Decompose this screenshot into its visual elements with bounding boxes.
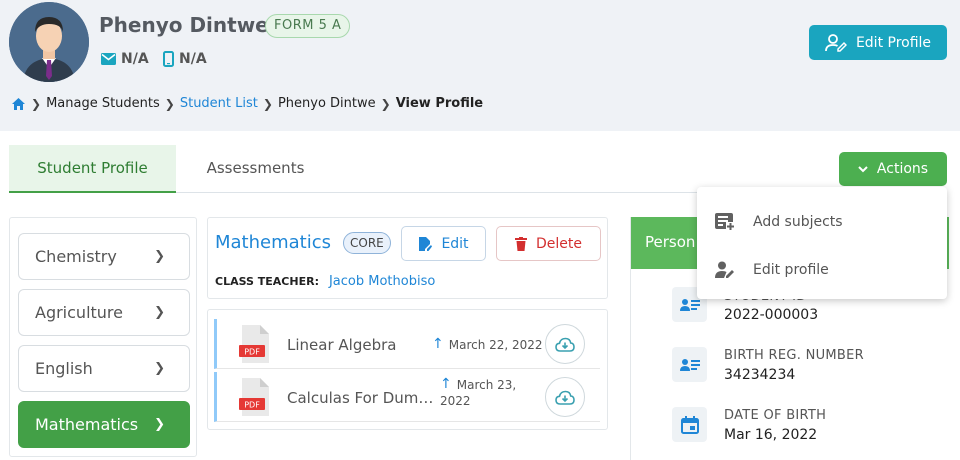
class-teacher: CLASS TEACHER: Jacob Mothobiso <box>215 274 435 289</box>
download-button[interactable] <box>545 377 585 417</box>
edit-profile-label: Edit Profile <box>855 34 932 51</box>
breadcrumb-separator: ❯ <box>164 96 175 111</box>
profile-tabs: Student Profile Assessments <box>9 145 947 193</box>
pdf-label: PDF <box>244 348 260 357</box>
calendar-icon <box>672 407 707 442</box>
actions-dropdown-menu: Add subjects Edit profile <box>697 187 947 299</box>
file-name: Calculas For Dummies <box>287 389 434 407</box>
chevron-right-icon: ❯ <box>154 249 165 264</box>
actions-button[interactable]: Actions <box>839 152 947 186</box>
pdf-label: PDF <box>244 401 260 410</box>
subject-item-mathematics[interactable]: Mathematics ❯ <box>18 401 190 448</box>
file-date-value: March 23, <box>456 378 517 392</box>
avatar <box>9 2 89 82</box>
core-badge: CORE <box>343 232 391 254</box>
arrow-up-icon: ↑ <box>432 336 444 352</box>
menu-item-add-subjects[interactable]: Add subjects <box>697 198 947 246</box>
cloud-download-icon <box>555 390 575 405</box>
class-teacher-label: CLASS TEACHER: <box>215 275 319 288</box>
phone-value: N/A <box>179 51 207 67</box>
id-card-icon <box>672 347 707 382</box>
breadcrumb-current: View Profile <box>395 96 484 111</box>
file-name: Linear Algebra <box>287 336 397 354</box>
arrow-up-icon: ↑ <box>440 376 452 392</box>
subject-title: Mathematics <box>215 232 331 253</box>
file-row[interactable]: PDF Calculas For Dummies ↑ March 23, 202… <box>214 372 600 422</box>
breadcrumb-student-name[interactable]: Phenyo Dintwe <box>278 96 376 111</box>
breadcrumb: ❯ Manage Students ❯ Student List ❯ Pheny… <box>11 96 483 111</box>
breadcrumb-manage-students[interactable]: Manage Students <box>46 96 160 111</box>
form-badge: FORM 5 A <box>265 14 351 38</box>
student-id-value: 2022-000003 <box>724 307 819 323</box>
delete-label: Delete <box>536 235 582 252</box>
breadcrumb-separator: ❯ <box>262 96 273 111</box>
breadcrumb-student-list[interactable]: Student List <box>180 96 258 111</box>
birth-reg-value: 34234234 <box>724 367 796 383</box>
pdf-file-icon: PDF <box>239 378 269 416</box>
edit-document-icon <box>419 236 433 251</box>
email-value: N/A <box>121 51 149 67</box>
home-icon[interactable] <box>11 97 26 111</box>
cloud-download-icon <box>555 337 575 352</box>
file-date-value: March 22, 2022 <box>448 338 543 352</box>
subject-item-agriculture[interactable]: Agriculture ❯ <box>18 289 190 336</box>
breadcrumb-separator: ❯ <box>31 96 42 111</box>
tab-assessments[interactable]: Assessments <box>179 145 332 193</box>
person-edit-icon <box>825 33 847 52</box>
phone-icon <box>163 51 174 67</box>
subject-label: English <box>35 359 93 378</box>
edit-subject-button[interactable]: Edit <box>401 226 486 261</box>
file-date-year: 2022 <box>440 394 471 408</box>
delete-subject-button[interactable]: Delete <box>496 226 601 261</box>
subject-item-english[interactable]: English ❯ <box>18 345 190 392</box>
menu-item-label: Edit profile <box>753 262 829 278</box>
download-button[interactable] <box>545 324 585 364</box>
student-name: Phenyo Dintwe <box>99 13 269 37</box>
subject-item-chemistry[interactable]: Chemistry ❯ <box>18 233 190 280</box>
pdf-file-icon: PDF <box>239 325 269 363</box>
subject-label: Agriculture <box>35 303 123 322</box>
edit-label: Edit <box>441 235 469 252</box>
subject-list: Chemistry ❯ Agriculture ❯ English ❯ Math… <box>9 217 197 457</box>
person-edit-icon <box>715 261 734 278</box>
file-date: ↑ March 22, 2022 <box>432 336 543 352</box>
dob-label: DATE OF BIRTH <box>724 408 827 423</box>
actions-label: Actions <box>876 161 929 177</box>
subject-detail-header: Mathematics CORE Edit Delete CLASS TEACH… <box>207 217 608 299</box>
chevron-down-icon <box>858 165 868 172</box>
edit-profile-button[interactable]: Edit Profile <box>809 25 947 60</box>
birth-reg-label: BIRTH REG. NUMBER <box>724 348 864 363</box>
menu-item-label: Add subjects <box>753 214 843 230</box>
file-row[interactable]: PDF Linear Algebra ↑ March 22, 2022 <box>214 319 600 369</box>
dob-value: Mar 16, 2022 <box>724 427 818 443</box>
subject-files: PDF Linear Algebra ↑ March 22, 2022 PDF … <box>207 309 608 430</box>
chevron-right-icon: ❯ <box>154 305 165 320</box>
phone-contact: N/A <box>163 51 207 67</box>
chevron-right-icon: ❯ <box>154 417 165 432</box>
trash-icon <box>515 236 527 251</box>
file-date: ↑ March 23, 2022 <box>440 376 517 408</box>
tab-student-profile[interactable]: Student Profile <box>9 145 176 193</box>
chevron-right-icon: ❯ <box>154 361 165 376</box>
class-teacher-name[interactable]: Jacob Mothobiso <box>329 274 435 289</box>
menu-item-edit-profile[interactable]: Edit profile <box>697 246 947 294</box>
breadcrumb-separator: ❯ <box>380 96 391 111</box>
add-list-icon <box>715 213 735 231</box>
profile-header: Phenyo Dintwe FORM 5 A N/A N/A Edit Prof… <box>0 0 960 131</box>
subject-label: Chemistry <box>35 247 117 266</box>
subject-label: Mathematics <box>35 415 139 434</box>
email-contact: N/A <box>101 51 149 67</box>
email-icon <box>101 53 116 65</box>
